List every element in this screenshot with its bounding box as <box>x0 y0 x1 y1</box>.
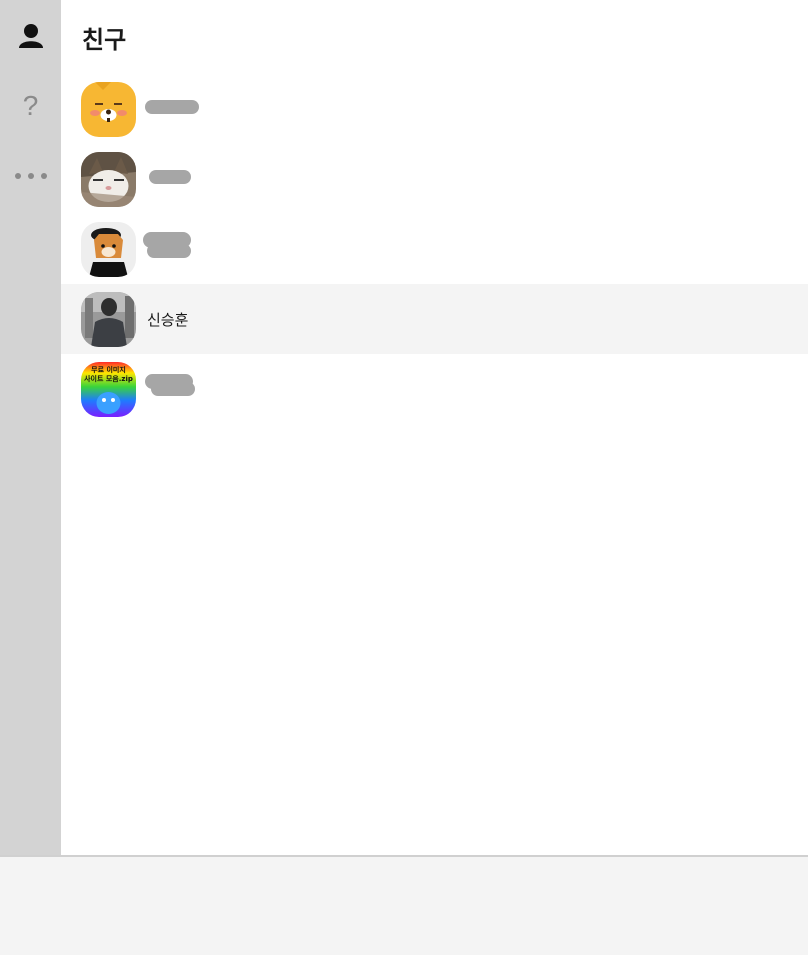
friends-panel: 친구 신승훈 무료 이미지 사이트 모음.zip <box>61 0 808 855</box>
person-back-photo-avatar <box>81 292 136 347</box>
yellow-character-avatar <box>81 82 136 137</box>
name-redaction <box>145 100 199 114</box>
sidebar: ? <box>0 0 61 855</box>
name-redaction <box>151 382 195 396</box>
friends-nav-button[interactable] <box>0 16 61 56</box>
cat-photo-avatar <box>81 152 136 207</box>
rainbow-image-avatar: 무료 이미지 사이트 모음.zip <box>81 362 136 417</box>
friend-name: 신승훈 <box>147 311 189 329</box>
friend-row[interactable]: 신승훈 <box>61 284 808 354</box>
friend-row[interactable] <box>61 74 808 144</box>
name-redaction <box>149 170 191 184</box>
avatar-caption-line1: 무료 이미지 <box>91 366 126 374</box>
person-icon <box>18 24 43 48</box>
bottom-bar <box>0 855 808 955</box>
friend-row[interactable]: 무료 이미지 사이트 모음.zip <box>61 354 808 424</box>
page-title: 친구 <box>82 26 127 54</box>
friend-row[interactable] <box>61 144 808 214</box>
friend-list: 신승훈 무료 이미지 사이트 모음.zip <box>61 74 808 424</box>
avatar-caption-line2: 사이트 모음.zip <box>84 375 133 383</box>
help-icon: ? <box>22 90 39 121</box>
help-button[interactable]: ? <box>0 86 61 126</box>
more-button[interactable] <box>0 156 61 196</box>
more-icon <box>14 173 47 179</box>
name-redaction <box>147 244 191 258</box>
friend-row[interactable] <box>61 214 808 284</box>
shiba-dog-avatar <box>81 222 136 277</box>
